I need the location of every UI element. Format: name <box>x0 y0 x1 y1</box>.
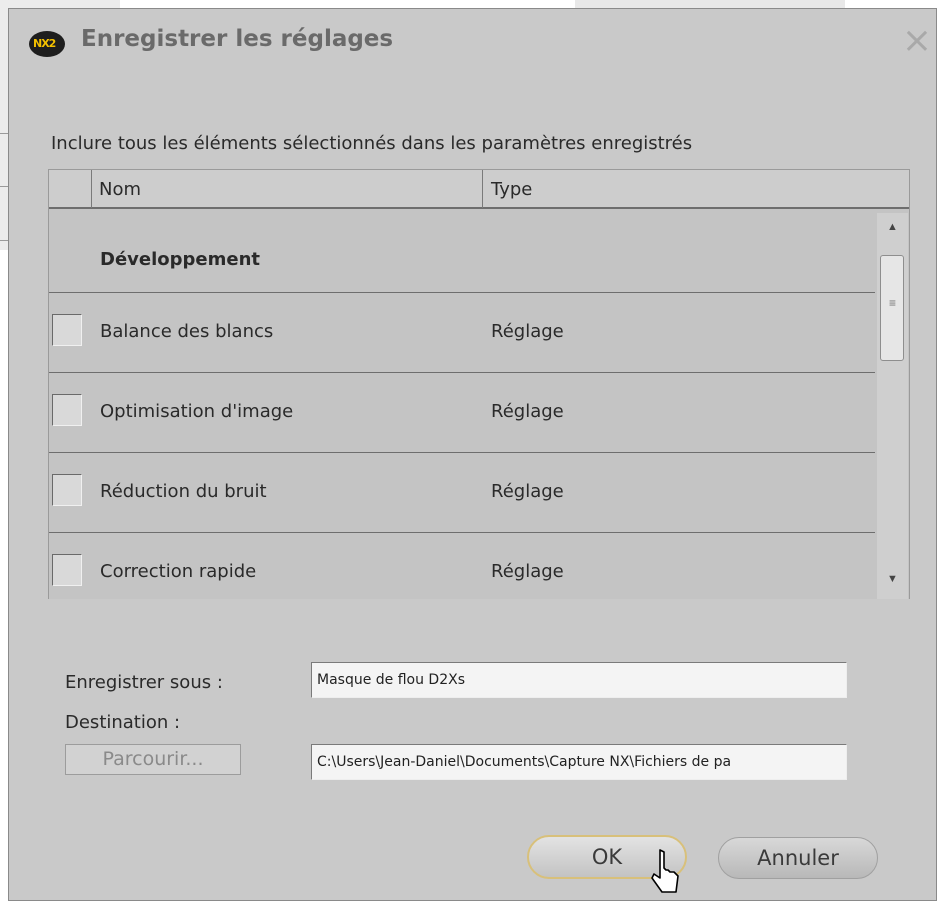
destination-label: Destination : <box>65 712 181 733</box>
column-divider <box>91 170 92 208</box>
item-type: Réglage <box>491 481 564 502</box>
scroll-thumb[interactable]: ≡ <box>880 255 904 361</box>
item-name: Balance des blancs <box>100 321 274 342</box>
item-checkbox[interactable] <box>52 314 82 346</box>
column-header-name[interactable]: Nom <box>99 179 141 200</box>
item-name: Optimisation d'image <box>100 401 294 422</box>
item-checkbox[interactable] <box>52 474 82 506</box>
destination-field[interactable]: C:\Users\Jean-Daniel\Documents\Capture N… <box>311 744 847 780</box>
cancel-button[interactable]: Annuler <box>718 837 878 879</box>
settings-list: Nom Type Développement Balance des blanc… <box>48 169 910 599</box>
item-name: Correction rapide <box>100 561 257 582</box>
scroll-down-arrow-icon[interactable]: ▼ <box>877 573 908 595</box>
nx2-logo-icon: NX2 <box>29 31 65 57</box>
save-as-label: Enregistrer sous : <box>65 672 223 693</box>
column-header-type[interactable]: Type <box>491 179 532 200</box>
column-divider <box>482 170 483 208</box>
list-item[interactable]: Correction rapide Réglage <box>49 533 875 599</box>
item-checkbox[interactable] <box>52 554 82 586</box>
group-row-developpement[interactable]: Développement <box>49 213 875 293</box>
item-type: Réglage <box>491 321 564 342</box>
group-label: Développement <box>100 249 260 270</box>
dialog-titlebar[interactable]: NX2 Enregistrer les réglages × <box>9 9 936 65</box>
item-name: Réduction du bruit <box>100 481 267 502</box>
item-type: Réglage <box>491 401 564 422</box>
list-item[interactable]: Réduction du bruit Réglage <box>49 453 875 533</box>
save-as-input[interactable]: Masque de flou D2Xs <box>311 662 847 698</box>
instruction-text: Inclure tous les éléments sélectionnés d… <box>51 133 693 154</box>
list-item[interactable]: Optimisation d'image Réglage <box>49 373 875 453</box>
scroll-up-arrow-icon[interactable]: ▲ <box>877 221 908 243</box>
save-settings-dialog: NX2 Enregistrer les réglages × Inclure t… <box>8 8 937 901</box>
list-header: Nom Type <box>49 169 909 209</box>
dialog-title: Enregistrer les réglages <box>81 26 394 52</box>
browse-button[interactable]: Parcourir... <box>65 744 241 775</box>
list-item[interactable]: Balance des blancs Réglage <box>49 293 875 373</box>
item-checkbox[interactable] <box>52 394 82 426</box>
app-icon-text: NX2 <box>33 37 56 50</box>
mouse-cursor-icon <box>651 849 679 893</box>
item-type: Réglage <box>491 561 564 582</box>
grip-icon: ≡ <box>889 296 897 310</box>
list-scrollbar[interactable]: ▲ ≡ ▼ <box>877 213 908 599</box>
close-icon[interactable]: × <box>902 21 932 61</box>
